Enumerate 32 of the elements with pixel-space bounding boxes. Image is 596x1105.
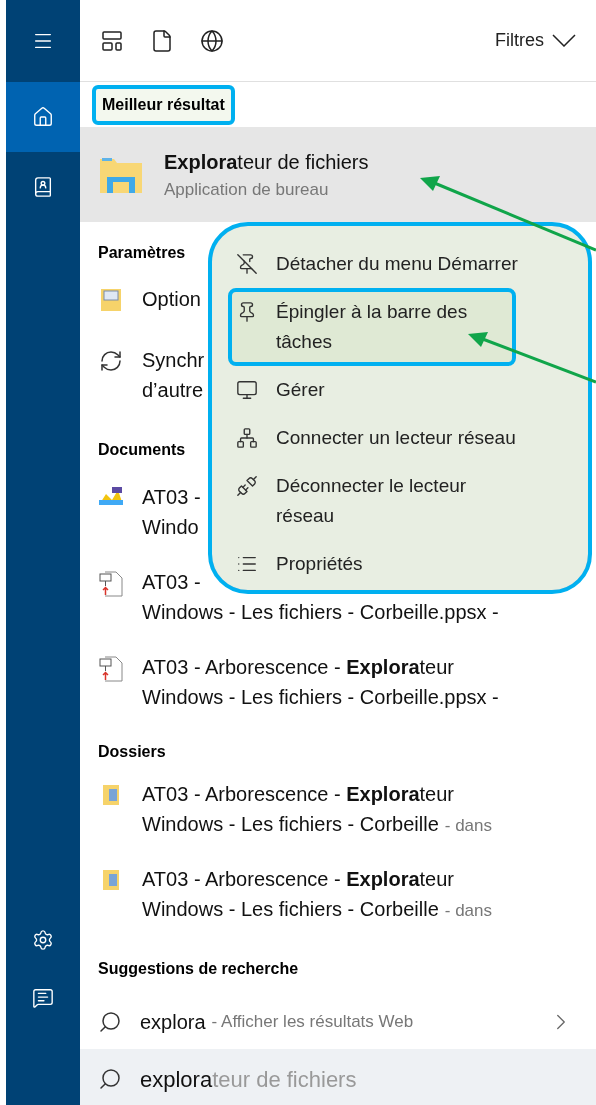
result-location: - dans bbox=[444, 900, 492, 922]
result-title: Explorateur de fichiers bbox=[164, 149, 369, 175]
section-header: Paramètres bbox=[98, 243, 186, 263]
result-text: AT03 - Arborescence - Explorateur bbox=[142, 867, 454, 892]
menu-item-text: Propriétés bbox=[276, 552, 363, 576]
result-text: Synchr bbox=[142, 348, 205, 373]
menu-item-text: Gérer bbox=[276, 378, 325, 402]
result-text: Windows - Les fichiers - Corbeille.ppsx - bbox=[142, 600, 499, 625]
section-header: Dossiers bbox=[98, 742, 166, 762]
suggestion-hint: - Afficher les résultats Web bbox=[211, 1011, 414, 1034]
result-text: AT03 - bbox=[142, 485, 201, 510]
menu-item-text: Épingler à la barre des bbox=[276, 300, 468, 324]
result-location: - dans bbox=[444, 815, 492, 837]
result-text: AT03 - Arborescence - Explorateur bbox=[142, 655, 454, 680]
menu-item-text: Détacher du menu Démarrer bbox=[276, 252, 518, 276]
result-text: AT03 - bbox=[142, 570, 201, 595]
menu-item-text: Déconnecter le lecteur bbox=[276, 474, 467, 498]
result-subtitle: Application de bureau bbox=[164, 178, 330, 201]
result-text: Option bbox=[142, 287, 201, 312]
menu-item-text: Connecter un lecteur réseau bbox=[276, 426, 516, 450]
section-header: Documents bbox=[98, 440, 186, 460]
menu-item-text: réseau bbox=[276, 504, 336, 528]
section-header: Suggestions de recherche bbox=[98, 959, 299, 979]
result-text: Windows - Les fichiers - Corbeille.ppsx - bbox=[142, 685, 499, 710]
suggestion-query: explora bbox=[140, 1010, 206, 1035]
result-text: d’autre bbox=[142, 378, 204, 403]
result-text: Windows - Les fichiers - Corbeille bbox=[142, 812, 439, 837]
menu-item-text: tâches bbox=[276, 330, 333, 354]
section-header: Meilleur résultat bbox=[92, 84, 235, 125]
result-text: Windo bbox=[142, 515, 199, 540]
result-text: Windows - Les fichiers - Corbeille bbox=[142, 897, 439, 922]
result-text: AT03 - Arborescence - Explorateur bbox=[142, 782, 454, 807]
